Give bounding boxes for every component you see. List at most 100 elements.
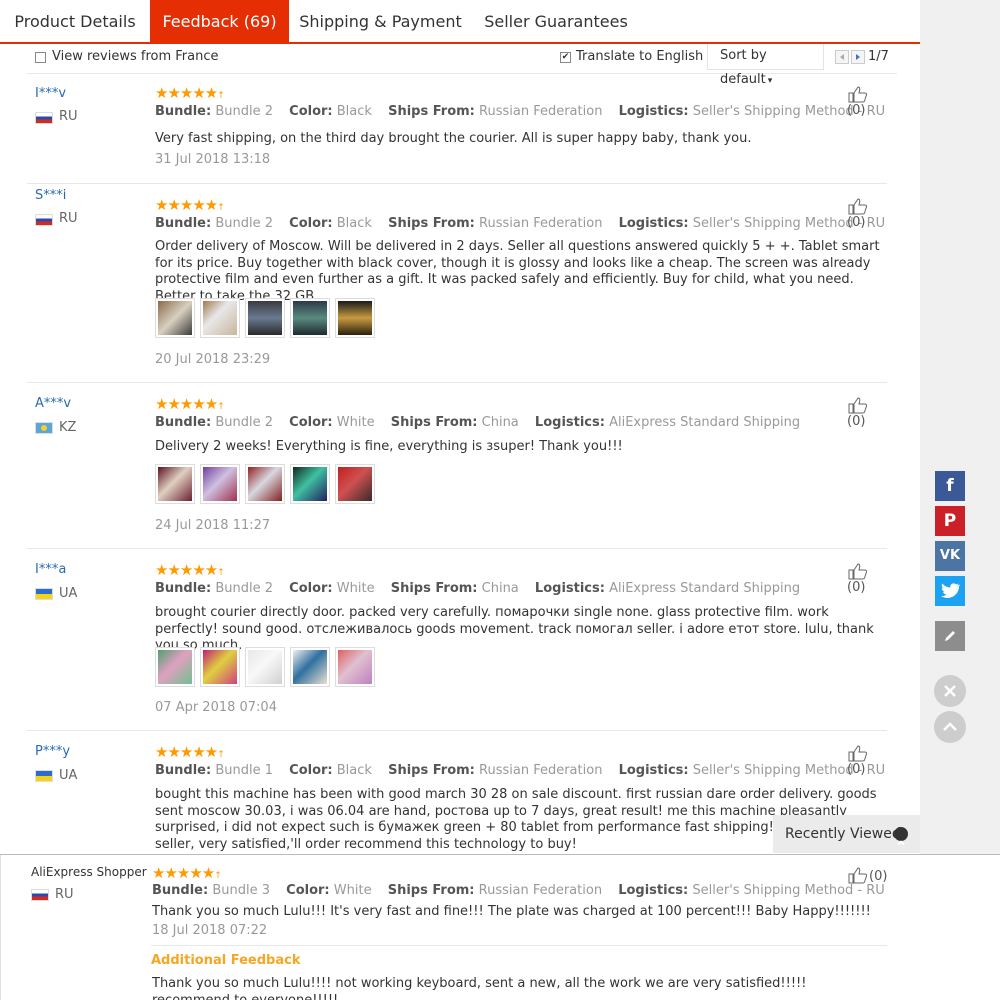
additional-feedback-text: Thank you so much Lulu!!!! not working k…	[152, 976, 807, 1000]
review-photo-thumb[interactable]	[155, 647, 195, 687]
review-item: S***i RU ★★★★★↑ Bundle: Bundle 2 Color: …	[27, 184, 887, 383]
review-photo-thumb[interactable]	[290, 464, 330, 504]
helpful-button[interactable]: (0)	[847, 562, 887, 595]
scroll-up-icon[interactable]	[934, 711, 966, 743]
recently-viewed-button[interactable]: Recently Viewed	[773, 815, 920, 853]
review-date: 20 Jul 2018 23:29	[155, 352, 271, 367]
view-from-france-checkbox[interactable]	[35, 52, 46, 63]
star-rating: ★★★★★↑	[155, 743, 225, 761]
page-indicator: 1/7	[868, 49, 889, 64]
review-photo-thumb[interactable]	[245, 647, 285, 687]
star-rating: ★★★★★↑	[152, 864, 222, 882]
helpful-button[interactable]: (0)	[847, 396, 887, 429]
flag-ru-icon	[35, 112, 53, 124]
thumbs-up-icon	[848, 745, 868, 762]
review-photo-thumb[interactable]	[245, 464, 285, 504]
flag-kz-icon	[35, 422, 53, 434]
tab-bar: Product Details Feedback (69) Shipping &…	[0, 0, 920, 44]
sort-dropdown[interactable]: Sort by default ▾	[707, 44, 824, 87]
reviewer-country: RU	[59, 211, 78, 226]
tab-product-details[interactable]: Product Details	[0, 0, 150, 42]
thumbs-up-icon	[848, 86, 868, 103]
order-info: Bundle: Bundle 2 Color: Black Ships From…	[155, 216, 886, 231]
edit-icon[interactable]	[935, 621, 965, 651]
next-page-button[interactable]	[851, 50, 865, 64]
review-photo-thumb[interactable]	[200, 647, 240, 687]
review-text: Order delivery of Moscow. Will be delive…	[155, 239, 880, 304]
flag-ru-icon	[35, 214, 53, 226]
review-date: 07 Apr 2018 07:04	[155, 700, 277, 715]
helpful-button[interactable]: (0)	[847, 197, 887, 230]
prev-arrow-icon	[840, 54, 844, 60]
review-photo-thumb[interactable]	[200, 464, 240, 504]
review-item: A***v KZ ★★★★★↑ Bundle: Bundle 2 Color: …	[27, 383, 887, 549]
review-photo-thumb[interactable]	[155, 298, 195, 338]
star-rating: ★★★★★↑	[155, 561, 225, 579]
review-photo-thumb[interactable]	[290, 647, 330, 687]
thumbs-up-icon	[848, 198, 868, 215]
review-item: P***y UA ★★★★★↑ Bundle: Bundle 1 Color: …	[27, 731, 887, 854]
feedback-filter-bar: View reviews from France ✔ Translate to …	[27, 44, 897, 87]
next-arrow-icon	[856, 54, 860, 60]
flag-ru-icon	[31, 889, 49, 901]
order-info: Bundle: Bundle 2 Color: White Ships From…	[155, 581, 801, 596]
thumbs-up-icon	[848, 563, 868, 580]
reviewer-name: P***y	[35, 744, 71, 759]
close-icon[interactable]	[934, 675, 966, 707]
reviewer-country: RU	[59, 109, 78, 124]
chevron-up-icon	[894, 827, 908, 846]
review-date: 31 Jul 2018 13:18	[155, 152, 271, 167]
flag-ua-icon	[35, 588, 53, 600]
reviewer-country: UA	[59, 586, 78, 601]
reviewer-country: KZ	[59, 420, 77, 435]
review-date: 18 Jul 2018 07:22	[152, 923, 268, 938]
pinterest-icon[interactable]: P	[935, 506, 965, 536]
review-item: I***v RU ★★★★★↑ Bundle: Bundle 2 Color: …	[27, 82, 887, 184]
review-text: Thank you so much Lulu!!! It's very fast…	[152, 904, 871, 919]
divider	[151, 945, 887, 946]
helpful-button[interactable]: (0)	[847, 744, 887, 777]
view-from-france-label: View reviews from France	[52, 49, 219, 64]
review-photo-thumb[interactable]	[290, 298, 330, 338]
tab-feedback[interactable]: Feedback (69)	[150, 0, 289, 42]
translate-label: Translate to English	[576, 49, 704, 64]
facebook-icon[interactable]: f	[935, 471, 965, 501]
star-rating: ★★★★★↑	[155, 395, 225, 413]
order-info: Bundle: Bundle 2 Color: Black Ships From…	[155, 104, 886, 119]
reviewer-name: I***v	[35, 86, 67, 101]
star-rating: ★★★★★↑	[155, 84, 225, 102]
review-text: Delivery 2 weeks! Everything is fine, ev…	[155, 439, 623, 454]
vk-icon[interactable]: VK	[935, 541, 965, 571]
order-info: Bundle: Bundle 1 Color: Black Ships From…	[155, 763, 886, 778]
helpful-button[interactable]: (0)	[847, 866, 887, 884]
review-photo-thumb[interactable]	[335, 647, 375, 687]
review-photo-thumb[interactable]	[245, 298, 285, 338]
review-photo-thumb[interactable]	[335, 298, 375, 338]
additional-feedback-heading: Additional Feedback	[151, 953, 301, 968]
review-popup-panel: AliExpress Shopper RU ★★★★★↑ Bundle: Bun…	[0, 854, 1000, 1000]
order-info: Bundle: Bundle 3 Color: White Ships From…	[152, 883, 885, 898]
review-photo-thumb[interactable]	[335, 464, 375, 504]
twitter-icon[interactable]	[935, 576, 965, 606]
helpful-button[interactable]: (0)	[847, 85, 887, 118]
reviewer-name: A***v	[35, 396, 72, 411]
prev-page-button[interactable]	[835, 50, 849, 64]
tab-shipping-payment[interactable]: Shipping & Payment	[289, 0, 472, 42]
thumbs-up-icon	[848, 397, 868, 414]
reviewer-country: UA	[59, 768, 78, 783]
review-photo-thumb[interactable]	[155, 464, 195, 504]
order-info: Bundle: Bundle 2 Color: White Ships From…	[155, 415, 801, 430]
reviewer-name: I***a	[35, 562, 67, 577]
flag-ua-icon	[35, 770, 53, 782]
recently-viewed-label: Recently Viewed	[785, 826, 901, 842]
reviewer-country: RU	[55, 887, 74, 902]
thumbs-up-icon	[848, 867, 868, 884]
tab-seller-guarantees[interactable]: Seller Guarantees	[472, 0, 640, 42]
review-photo-thumb[interactable]	[200, 298, 240, 338]
translate-checkbox[interactable]: ✔	[560, 52, 571, 63]
review-text: Very fast shipping, on the third day bro…	[155, 131, 752, 146]
reviewer-name: AliExpress Shopper	[31, 865, 147, 879]
review-item: I***a UA ★★★★★↑ Bundle: Bundle 2 Color: …	[27, 549, 887, 731]
star-rating: ★★★★★↑	[155, 196, 225, 214]
reviewer-name: S***i	[35, 188, 67, 203]
